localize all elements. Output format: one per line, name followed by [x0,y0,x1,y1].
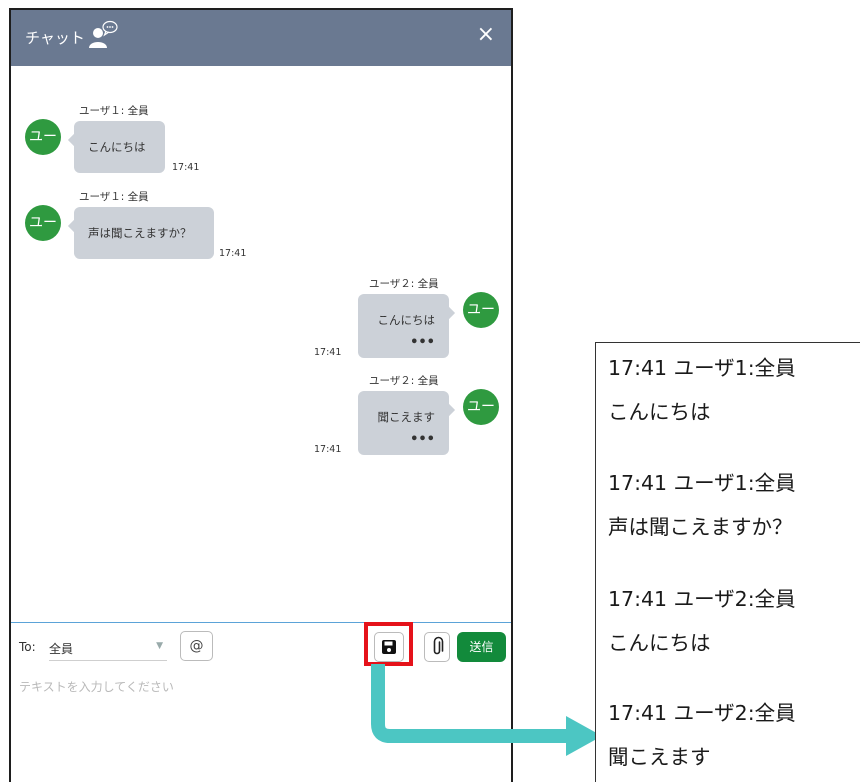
export-arrow [371,664,602,756]
message-time: 17:41 [172,162,200,173]
send-button[interactable]: 送信 [457,632,506,662]
message-text: 聞こえます [377,410,436,424]
to-label: To: [19,640,36,654]
recipient-value: 全員 [49,642,74,656]
more-options-icon[interactable]: ••• [410,335,435,350]
exported-text-panel: 17:41 ユーザ1:全員 こんにちは 17:41 ユーザ1:全員 声は聞こえま… [595,342,860,782]
export-line-message: こんにちは [608,631,711,655]
save-icon [382,640,396,654]
message-sender: ユーザ１: 全員 [79,105,149,117]
mention-button[interactable]: @ [180,631,213,661]
chevron-down-icon: ▼ [156,641,163,651]
message-time: 17:41 [314,444,342,455]
message-sender: ユーザ２: 全員 [369,278,439,290]
user-chat-icon [89,20,118,48]
message-sender: ユーザ２: 全員 [369,375,439,387]
export-line-header: 17:41 ユーザ1:全員 [608,471,796,495]
message-text: 声は聞こえますか？ [88,226,192,240]
message-bubble: 声は聞こえますか？ [67,207,214,259]
message-text: こんにちは [377,313,436,327]
more-options-icon[interactable]: ••• [410,432,435,447]
chat-title: チャット [25,29,85,47]
screenshot-stage: チャット × ユーザ１: 全員 ユー こんにちは 17:41 ユーザ１: 全員 … [0,0,860,782]
message-bubble: こんにちは [67,121,165,173]
export-line-header: 17:41 ユーザ2:全員 [608,587,796,611]
close-button[interactable]: × [477,24,495,46]
recipient-select[interactable]: 全員 ▼ [49,633,167,661]
attach-file-button[interactable] [424,632,450,662]
avatar: ユー [25,205,61,241]
save-chat-button[interactable] [374,632,404,662]
avatar: ユー [463,389,499,425]
export-line-message: 声は聞こえますか？ [608,515,793,539]
message-time: 17:41 [219,248,247,259]
message-bubble: 聞こえます ••• [358,391,456,455]
chat-header: チャット × [11,10,511,66]
message-text: こんにちは [88,140,146,154]
message-sender: ユーザ１: 全員 [79,191,149,203]
avatar: ユー [463,292,499,328]
avatar: ユー [25,119,61,155]
message-list: ユーザ１: 全員 ユー こんにちは 17:41 ユーザ１: 全員 ユー 声は聞こ… [11,66,511,622]
export-line-message: こんにちは [608,400,711,424]
export-line-message: 聞こえます [608,745,711,769]
message-bubble: こんにちは ••• [358,294,456,358]
paperclip-icon [433,636,444,655]
export-line-header: 17:41 ユーザ2:全員 [608,701,796,725]
export-line-header: 17:41 ユーザ1:全員 [608,356,796,380]
message-time: 17:41 [314,347,342,358]
